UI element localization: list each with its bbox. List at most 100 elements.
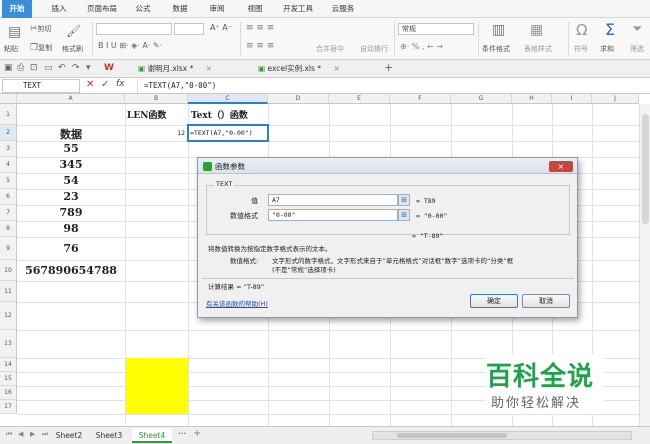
row-header-7[interactable]: 7 <box>0 205 17 221</box>
row-header-16[interactable]: 16 <box>0 386 17 400</box>
row-header-17[interactable]: 17 <box>0 400 17 414</box>
align-icons-bottom[interactable]: ≡ ≡ ≡ <box>246 41 274 51</box>
menu-tab-formulas[interactable]: 公式 <box>128 0 158 18</box>
cell-b1[interactable]: LEN函数 <box>127 108 187 121</box>
active-cell-c2[interactable]: =TEXT(A7,"0-00") <box>187 124 269 142</box>
menu-tab-home[interactable]: 开始 <box>2 0 32 18</box>
next-sheet-icon[interactable]: ▶ <box>30 430 35 438</box>
redo-icon[interactable]: ↷ <box>72 63 80 73</box>
more-sheets-icon[interactable]: ··· <box>178 430 186 438</box>
menu-tab-page-layout[interactable]: 页面布局 <box>82 0 122 18</box>
column-header-h[interactable]: H <box>512 94 552 104</box>
vertical-scrollbar[interactable] <box>639 104 650 426</box>
range-picker-icon[interactable]: ⊞ <box>398 194 410 206</box>
cancel-formula-icon[interactable]: ✕ <box>86 79 94 90</box>
table-style-button[interactable]: 表格样式 <box>524 44 552 54</box>
format-painter-button[interactable]: 格式刷 <box>62 44 83 54</box>
dialog-title-bar[interactable]: 函数参数 × <box>198 158 577 174</box>
select-all-corner[interactable] <box>0 94 17 104</box>
cancel-button[interactable]: 取消 <box>522 294 570 308</box>
save-icon[interactable]: ▣ <box>4 63 13 73</box>
auto-wrap-button[interactable]: 自动换行 <box>360 44 388 54</box>
first-sheet-icon[interactable]: ⏮ <box>6 430 12 439</box>
menu-tab-developer[interactable]: 开发工具 <box>278 0 318 18</box>
cell-a9[interactable]: 76 <box>17 242 125 255</box>
preview-icon[interactable]: ⊡ <box>30 63 38 73</box>
row-header-11[interactable]: 11 <box>0 281 17 302</box>
conditional-format-icon[interactable]: ▥ <box>492 22 505 38</box>
column-header-g[interactable]: G <box>451 94 512 104</box>
highlighted-cell-range[interactable] <box>126 358 188 414</box>
new-tab-icon[interactable]: + <box>384 61 393 74</box>
open-icon[interactable]: ▭ <box>44 63 53 73</box>
prev-sheet-icon[interactable]: ◀ <box>18 430 23 438</box>
number-format-select[interactable]: 常规 <box>398 23 474 35</box>
symbol-icon[interactable]: Ω <box>576 21 587 39</box>
row-header-15[interactable]: 15 <box>0 372 17 386</box>
column-header-b[interactable]: B <box>125 94 188 104</box>
horizontal-scrollbar[interactable] <box>372 431 632 440</box>
dropdown-icon[interactable]: ▾ <box>86 63 91 73</box>
row-header-6[interactable]: 6 <box>0 189 17 205</box>
function-help-link[interactable]: 有关该函数的帮助(H) <box>206 298 268 308</box>
font-size-select[interactable] <box>174 23 204 35</box>
conditional-format-button[interactable]: 条件格式 <box>482 44 510 54</box>
paste-icon[interactable]: ▤ <box>8 24 21 40</box>
param-format-input[interactable]: "0-00" <box>268 209 398 221</box>
formula-input[interactable]: =TEXT(A7,"0-00") <box>137 79 647 93</box>
sheet-tab-sheet2[interactable]: Sheet2 <box>52 428 86 443</box>
doc-tab-1-close-icon[interactable]: × <box>206 64 212 73</box>
cell-a3[interactable]: 55 <box>17 142 125 155</box>
row-header-5[interactable]: 5 <box>0 173 17 189</box>
format-painter-icon[interactable]: 🖌 <box>66 24 81 38</box>
dialog-close-icon[interactable]: × <box>549 161 573 172</box>
row-header-4[interactable]: 4 <box>0 157 17 173</box>
row-header-10[interactable]: 10 <box>0 260 17 281</box>
align-icons-top[interactable]: ≡ ≡ ≡ <box>246 23 274 33</box>
row-header-1[interactable]: 1 <box>0 104 17 125</box>
param-value-input[interactable]: A7 <box>268 194 398 206</box>
sum-icon[interactable]: Σ <box>605 20 615 39</box>
cell-a2[interactable]: 数据 <box>17 126 125 142</box>
column-header-f[interactable]: F <box>390 94 451 104</box>
cell-c1[interactable]: Text（）函数 <box>191 108 267 121</box>
table-style-icon[interactable]: ▦ <box>530 22 543 38</box>
row-header-2[interactable]: 2 <box>0 125 17 141</box>
menu-tab-review[interactable]: 审阅 <box>202 0 232 18</box>
menu-tab-cloud[interactable]: 云服务 <box>325 0 361 18</box>
font-grow-icon[interactable]: A⁺ A⁻ <box>210 23 232 32</box>
cell-a5[interactable]: 54 <box>17 174 125 187</box>
last-sheet-icon[interactable]: ⏭ <box>42 430 48 439</box>
add-sheet-icon[interactable]: + <box>193 428 201 439</box>
row-header-8[interactable]: 8 <box>0 221 17 237</box>
column-header-a[interactable]: A <box>17 94 125 104</box>
doc-tab-1[interactable]: ▣ 谢明月.xlsx * × <box>136 61 248 77</box>
merge-center-button[interactable]: 合并居中 <box>316 44 344 54</box>
row-header-3[interactable]: 3 <box>0 141 17 157</box>
ok-button[interactable]: 确定 <box>470 294 518 308</box>
cell-a4[interactable]: 345 <box>17 158 125 171</box>
font-name-select[interactable] <box>96 23 172 35</box>
filter-icon[interactable]: ⏷ <box>632 22 642 37</box>
cell-a8[interactable]: 98 <box>17 222 125 235</box>
sheet-tab-sheet4[interactable]: Sheet4 <box>132 428 172 443</box>
filter-button[interactable]: 筛选 <box>630 44 644 54</box>
paste-button[interactable]: 粘贴 <box>4 44 18 54</box>
insert-function-icon[interactable]: fx <box>116 79 125 89</box>
column-header-i[interactable]: I <box>552 94 592 104</box>
cell-a10[interactable]: 567890654788 <box>17 264 125 277</box>
scrollbar-thumb[interactable] <box>397 433 507 438</box>
font-style-buttons[interactable]: B I U ⊞· ◈· A· ✎· <box>98 41 162 50</box>
doc-tab-2-close-icon[interactable]: × <box>333 64 339 73</box>
cell-a6[interactable]: 23 <box>17 190 125 203</box>
copy-button[interactable]: ❐复制 <box>30 43 52 53</box>
row-header-14[interactable]: 14 <box>0 358 17 372</box>
sum-button[interactable]: 求和 <box>600 44 614 54</box>
scrollbar-thumb[interactable] <box>642 114 649 224</box>
range-picker-icon[interactable]: ⊞ <box>398 209 410 221</box>
column-header-j[interactable]: J <box>592 94 639 104</box>
menu-tab-data[interactable]: 数据 <box>165 0 195 18</box>
row-header-9[interactable]: 9 <box>0 237 17 260</box>
column-header-d[interactable]: D <box>268 94 329 104</box>
column-header-e[interactable]: E <box>329 94 390 104</box>
